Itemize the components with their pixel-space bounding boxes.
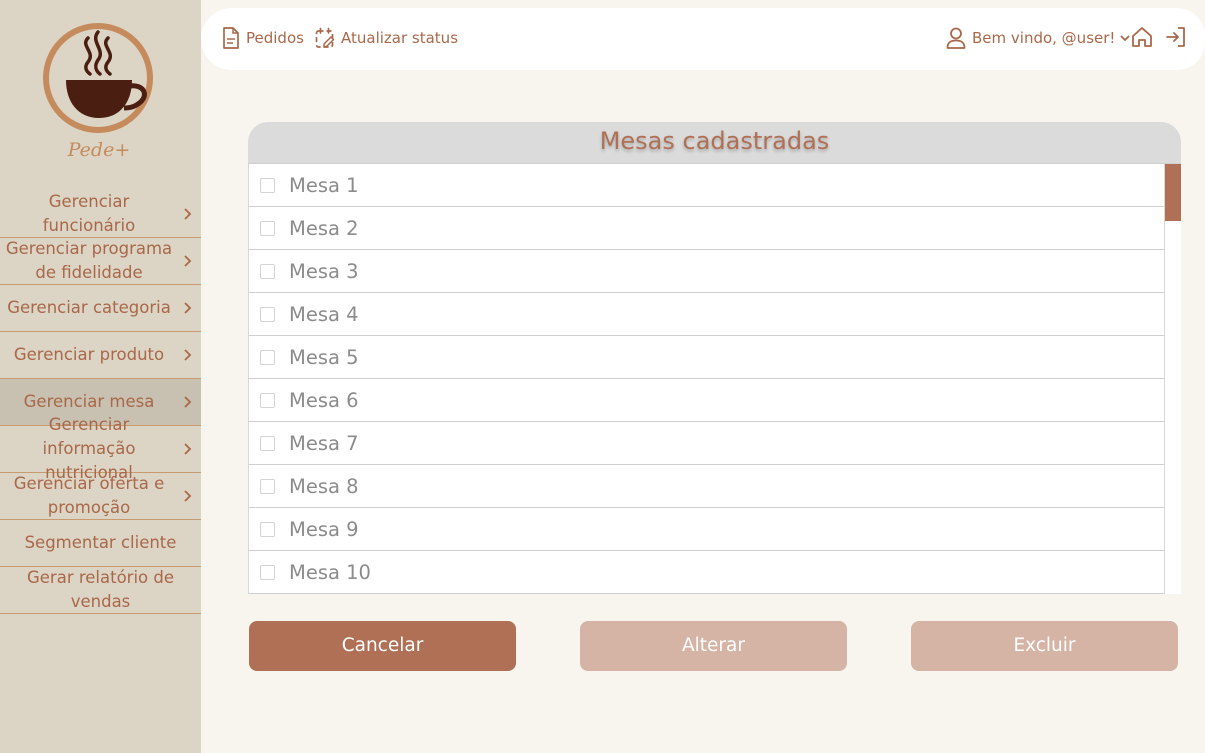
- sidebar-item-label: Gerenciar categoria: [7, 298, 171, 317]
- row-label: Mesa 9: [289, 517, 359, 541]
- calendar-edit-icon: [315, 27, 335, 48]
- orders-link[interactable]: Pedidos: [222, 27, 304, 49]
- list-item[interactable]: Mesa 2: [249, 207, 1164, 250]
- row-label: Mesa 7: [289, 431, 359, 455]
- orders-label: Pedidos: [246, 29, 304, 47]
- list-item[interactable]: Mesa 9: [249, 508, 1164, 551]
- row-label: Mesa 10: [289, 560, 371, 584]
- chevron-right-icon: [184, 208, 192, 220]
- sidebar-item-label: Gerar relatório de vendas: [26, 568, 175, 611]
- user-greeting: Bem vindo, @user!: [972, 29, 1116, 47]
- row-checkbox[interactable]: [260, 220, 275, 236]
- edit-button[interactable]: Alterar: [580, 621, 847, 671]
- list-item[interactable]: Mesa 3: [249, 250, 1164, 293]
- sidebar-menu: Gerenciar funcionário Gerenciar programa…: [0, 191, 201, 614]
- sidebar-item-fidelidade[interactable]: Gerenciar programa de fidelidade: [0, 238, 201, 285]
- row-checkbox[interactable]: [260, 435, 275, 451]
- row-label: Mesa 6: [289, 388, 359, 412]
- row-checkbox[interactable]: [260, 177, 275, 193]
- tables-card: Mesas cadastradas Mesa 1 Mesa 2 Mesa 3 M…: [248, 122, 1181, 594]
- update-status-label: Atualizar status: [341, 29, 459, 47]
- row-checkbox[interactable]: [260, 349, 275, 365]
- document-icon: [223, 27, 239, 49]
- sidebar-item-nutricional[interactable]: Gerenciar informação nutricional: [0, 415, 201, 482]
- row-checkbox[interactable]: [260, 521, 275, 537]
- sidebar-item-funcionario[interactable]: Gerenciar funcionário: [0, 191, 201, 238]
- sidebar-item-label: Gerenciar oferta e promoção: [13, 474, 165, 517]
- sidebar-item-segmentar[interactable]: Segmentar cliente: [0, 520, 201, 567]
- sidebar-item-oferta[interactable]: Gerenciar oferta e promoção: [0, 473, 201, 520]
- row-label: Mesa 8: [289, 474, 359, 498]
- brand-name: Pede+: [67, 139, 131, 161]
- row-checkbox[interactable]: [260, 478, 275, 494]
- list-item[interactable]: Mesa 1: [249, 164, 1164, 207]
- tables-list: Mesa 1 Mesa 2 Mesa 3 Mesa 4 Mesa 5 Mesa …: [248, 164, 1164, 594]
- list-item[interactable]: Mesa 5: [249, 336, 1164, 379]
- row-checkbox[interactable]: [260, 564, 275, 580]
- row-label: Mesa 3: [289, 259, 359, 283]
- user-icon: [946, 27, 966, 49]
- chevron-right-icon: [184, 302, 192, 314]
- list-item[interactable]: Mesa 4: [249, 293, 1164, 336]
- chevron-down-icon: [1120, 35, 1131, 42]
- chevron-right-icon: [184, 443, 192, 455]
- row-label: Mesa 2: [289, 216, 359, 240]
- sidebar-item-label: Gerenciar programa de fidelidade: [5, 239, 173, 282]
- chevron-right-icon: [184, 255, 192, 267]
- chevron-right-icon: [184, 490, 192, 502]
- row-label: Mesa 5: [289, 345, 359, 369]
- scrollbar-thumb[interactable]: [1165, 164, 1181, 221]
- scrollbar[interactable]: [1164, 164, 1181, 594]
- sidebar-item-label: Gerenciar produto: [13, 345, 165, 364]
- user-menu[interactable]: Bem vindo, @user!: [946, 27, 1131, 49]
- sidebar-item-label: Gerenciar funcionário: [42, 192, 136, 235]
- home-icon[interactable]: [1131, 26, 1153, 48]
- list-item[interactable]: Mesa 10: [249, 551, 1164, 594]
- list-item[interactable]: Mesa 6: [249, 379, 1164, 422]
- chevron-right-icon: [184, 396, 192, 408]
- cancel-button[interactable]: Cancelar: [249, 621, 516, 671]
- row-checkbox[interactable]: [260, 306, 275, 322]
- sidebar-item-relatorio[interactable]: Gerar relatório de vendas: [0, 567, 201, 614]
- row-label: Mesa 1: [289, 173, 359, 197]
- list-item[interactable]: Mesa 8: [249, 465, 1164, 508]
- row-checkbox[interactable]: [260, 263, 275, 279]
- brand-logo: Pede+: [40, 16, 158, 166]
- chevron-right-icon: [184, 349, 192, 361]
- list-item[interactable]: Mesa 7: [249, 422, 1164, 465]
- delete-button[interactable]: Excluir: [911, 621, 1178, 671]
- top-bar: Pedidos Atualizar status Bem vindo, @use…: [201, 8, 1205, 70]
- coffee-cup-icon: [43, 23, 153, 133]
- sidebar: Pede+ Gerenciar funcionário Gerenciar pr…: [0, 0, 201, 753]
- update-status-link[interactable]: Atualizar status: [315, 27, 458, 49]
- sidebar-item-categoria[interactable]: Gerenciar categoria: [0, 285, 201, 332]
- sidebar-item-produto[interactable]: Gerenciar produto: [0, 332, 201, 379]
- row-label: Mesa 4: [289, 302, 359, 326]
- row-checkbox[interactable]: [260, 392, 275, 408]
- sidebar-item-label: Segmentar cliente: [24, 533, 177, 552]
- card-title: Mesas cadastradas: [248, 122, 1181, 164]
- logout-icon[interactable]: [1165, 26, 1187, 48]
- sidebar-item-label: Gerenciar mesa: [23, 392, 155, 411]
